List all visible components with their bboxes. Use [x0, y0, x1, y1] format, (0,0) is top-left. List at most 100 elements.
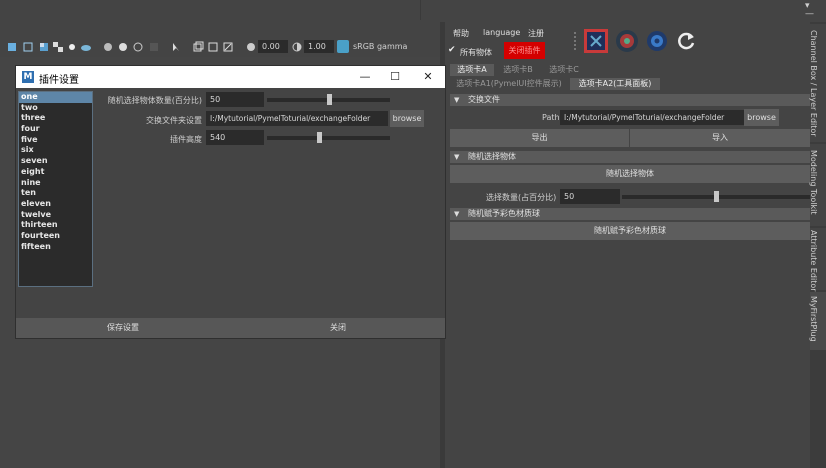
ring-icon[interactable] [132, 41, 144, 53]
export-button[interactable]: 导出 [450, 129, 629, 147]
tab-c[interactable]: 选项卡C [542, 64, 586, 76]
exchange-section-header[interactable]: ▼ 交换文件 [450, 94, 810, 106]
collapse-arrow-icon[interactable]: ▾ — [805, 2, 814, 19]
random-material-button[interactable]: 随机赋予彩色材质球 [450, 222, 810, 240]
colorspace-icon[interactable] [337, 40, 349, 53]
random-count-label: 随机选择物体数量(百分比) [107, 96, 202, 105]
list-item[interactable]: ten [19, 188, 92, 199]
plugin-gear-icon[interactable] [645, 29, 669, 53]
minimize-icon[interactable]: — [358, 70, 372, 84]
toolbar-grip [574, 32, 576, 50]
select-count-field[interactable]: 50 [560, 189, 620, 204]
list-item[interactable]: eight [19, 167, 92, 178]
dialog-browse-button[interactable]: browse [390, 110, 424, 127]
shaded-cube-icon[interactable] [38, 41, 50, 53]
viewport-toolbar: 0.00 1.00 sRGB gamma [0, 38, 440, 56]
list-item[interactable]: thirteen [19, 220, 92, 231]
side-tab-myfirstplug[interactable]: MyFirstPlug [809, 292, 826, 350]
menu-language[interactable]: language [483, 28, 520, 37]
path-field[interactable]: I:/Mytutorial/PymelToturial/exchangeFold… [560, 110, 744, 125]
shadow-icon[interactable] [80, 41, 92, 53]
isolate-icon[interactable] [192, 41, 204, 53]
select-count-label: 选择数量(占百分比) [486, 193, 557, 202]
maximize-icon[interactable]: ☐ [388, 70, 402, 84]
side-tab-attribute-editor[interactable]: Attribute Editor [809, 228, 826, 292]
plugin-height-slider[interactable] [267, 136, 390, 140]
random-count-field[interactable]: 50 [206, 92, 264, 107]
list-item[interactable]: five [19, 135, 92, 146]
exposure-icon[interactable] [245, 41, 257, 53]
list-item[interactable]: fifteen [19, 242, 92, 253]
plugin-height-slider-handle[interactable] [316, 132, 322, 143]
browse-button[interactable]: browse [744, 109, 779, 126]
gamma-icon[interactable] [291, 41, 303, 53]
random-select-button[interactable]: 随机选择物体 [450, 165, 810, 183]
list-item[interactable]: twelve [19, 210, 92, 221]
gamma-field[interactable]: 1.00 [304, 40, 334, 53]
menu-register[interactable]: 注册 [528, 28, 544, 39]
tab-a[interactable]: 选项卡A [450, 64, 494, 76]
refresh-icon[interactable] [677, 31, 697, 51]
wireframe-cube-icon[interactable] [22, 41, 34, 53]
dialog-title-bar[interactable]: M 插件设置 — ☐ ✕ [16, 66, 445, 88]
all-objects-checkbox[interactable]: ✔ [448, 46, 457, 55]
path-label: Path [542, 113, 560, 122]
plugin-settings-dialog: M 插件设置 — ☐ ✕ one two three four five six seven… [15, 65, 446, 339]
expand-arrow-icon: ▼ [454, 153, 460, 161]
sphere-icon[interactable] [102, 41, 114, 53]
close-dialog-button[interactable]: 关闭 [231, 318, 445, 338]
plugin-height-field[interactable]: 540 [206, 130, 264, 145]
expand-arrow-icon: ▼ [454, 210, 460, 218]
item-list[interactable]: one two three four five six seven eight nine ten e… [18, 91, 93, 287]
frame-icon[interactable] [207, 41, 219, 53]
plugin-height-label: 插件高度 [170, 135, 202, 144]
list-item[interactable]: two [19, 103, 92, 114]
exchange-section-title: 交换文件 [468, 95, 500, 104]
close-plugin-button[interactable]: 关闭插件 [504, 42, 545, 59]
subtab-a1[interactable]: 选项卡A1(PymelUI控件展示) [450, 78, 568, 90]
dialog-button-bar: 保存设置 关闭 [16, 318, 445, 338]
save-settings-button[interactable]: 保存设置 [16, 318, 230, 338]
side-tab-strip: Channel Box / Layer Editor Modeling Tool… [809, 22, 826, 468]
exposure-field[interactable]: 0.00 [258, 40, 288, 53]
list-item[interactable]: one [19, 92, 92, 103]
expand-arrow-icon: ▼ [454, 96, 460, 104]
random-count-slider-handle[interactable] [326, 94, 332, 105]
import-button[interactable]: 导入 [630, 129, 810, 147]
list-item[interactable]: four [19, 124, 92, 135]
maya-logo-icon: M [22, 71, 34, 83]
random-material-section-title: 随机赋予彩色材质球 [468, 209, 540, 218]
plugin-x-icon[interactable] [584, 29, 608, 53]
list-item[interactable]: eleven [19, 199, 92, 210]
checker-icon[interactable] [52, 41, 64, 53]
all-objects-label: 所有物体 [460, 48, 492, 57]
select-count-slider-handle[interactable] [714, 191, 719, 202]
exchange-folder-label: 交换文件夹设置 [146, 116, 202, 125]
close-icon[interactable]: ✕ [421, 70, 435, 84]
resolution-gate-icon[interactable] [222, 41, 234, 53]
menu-help[interactable]: 帮助 [453, 28, 469, 39]
cube-icon[interactable] [6, 41, 18, 53]
square-icon[interactable] [148, 41, 160, 53]
plugin-panel: 帮助 language 注册 ✔ 所有物体 关闭插件 选项卡A 选项卡B 选项卡… [446, 22, 810, 468]
subtab-a2[interactable]: 选项卡A2(工具面板) [570, 78, 660, 90]
random-select-section-title: 随机选择物体 [468, 152, 516, 161]
colorspace-label[interactable]: sRGB gamma [353, 42, 407, 51]
list-item[interactable]: nine [19, 178, 92, 189]
list-item[interactable]: seven [19, 156, 92, 167]
plugin-shield-icon[interactable] [615, 29, 639, 53]
sphere-shaded-icon[interactable] [117, 41, 129, 53]
dialog-title: 插件设置 [39, 75, 79, 86]
tab-b[interactable]: 选项卡B [496, 64, 540, 76]
light-icon[interactable] [66, 41, 78, 53]
maya-top-bar: ▾ — [0, 0, 826, 20]
random-material-section-header[interactable]: ▼ 随机赋予彩色材质球 [450, 208, 810, 220]
random-select-section-header[interactable]: ▼ 随机选择物体 [450, 151, 810, 163]
list-item[interactable]: three [19, 113, 92, 124]
list-item[interactable]: six [19, 145, 92, 156]
exchange-folder-field[interactable]: I:/Mytutorial/PymelToturial/exchangeFold… [206, 111, 388, 126]
side-tab-channel-box[interactable]: Channel Box / Layer Editor [809, 24, 826, 142]
select-cursor-icon[interactable] [170, 41, 182, 53]
side-tab-modeling-toolkit[interactable]: Modeling Toolkit [809, 144, 826, 226]
list-item[interactable]: fourteen [19, 231, 92, 242]
